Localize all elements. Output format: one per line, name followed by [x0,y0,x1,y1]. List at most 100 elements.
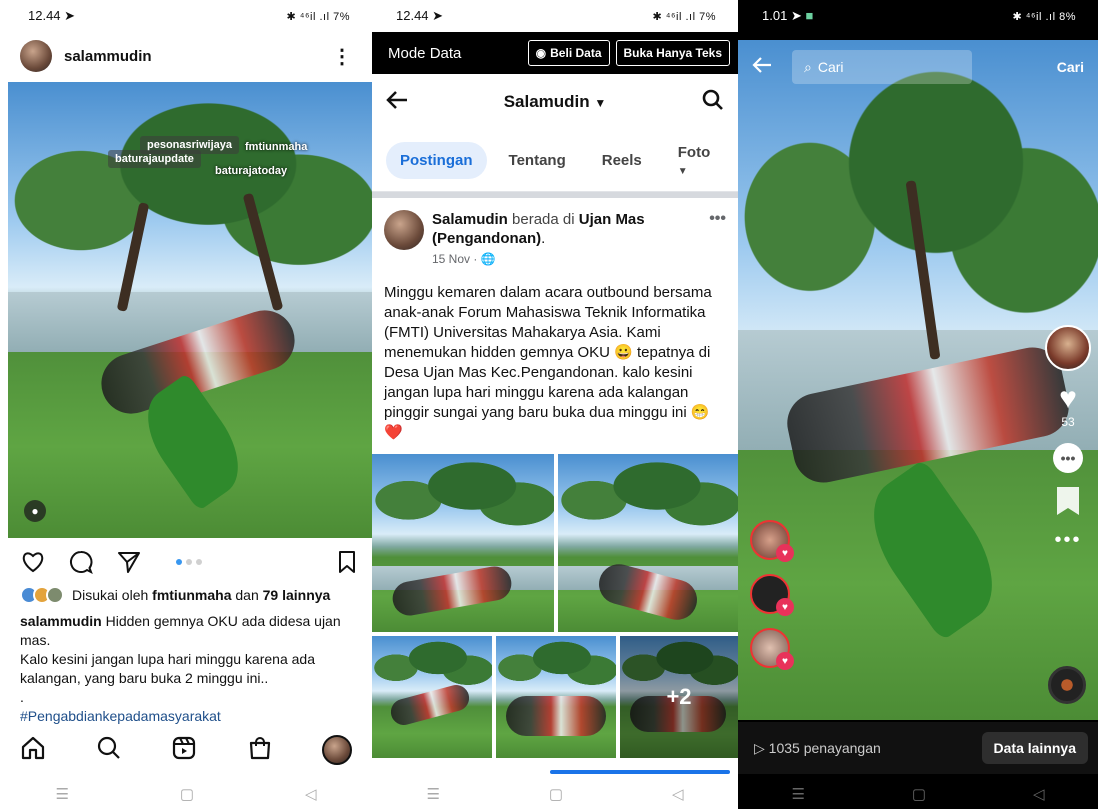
search-icon[interactable] [96,735,122,766]
more-options-icon[interactable]: ••• [709,210,726,269]
tab-foto[interactable]: Foto ▼ [664,134,724,188]
status-icons: ✱ ⁴⁶il .ıl 7% [652,10,716,23]
share-icon[interactable] [116,549,142,575]
instagram-panel: 12.44 ➤ ✱ ⁴⁶il .ıl 7% salammudin ⋮ peson… [0,0,372,809]
data-mode-bar: Mode Data ◉ Beli Data Buka Hanya Teks [372,32,738,74]
caret-down-icon: ▼ [677,165,688,177]
home-square-icon[interactable]: ▢ [180,785,194,803]
back-arrow-icon[interactable] [752,56,772,79]
search-input[interactable]: ⌕ Cari [792,50,972,84]
post-date[interactable]: 15 Nov [432,252,470,266]
creator-avatar[interactable] [1045,325,1091,371]
heart-icon[interactable] [20,549,46,575]
profile-title[interactable]: Salamudin ▼ [408,92,702,112]
likes-joiner: dan [235,587,259,603]
search-button[interactable]: Cari [1057,59,1084,75]
app-notification-icon: ■ [805,8,814,23]
username[interactable]: salammudin [64,48,152,65]
view-count: 1035 penayangan [768,740,881,756]
grid-photo[interactable] [558,454,738,632]
live-avatar[interactable]: ♥ [750,520,794,562]
post-actions [20,542,360,582]
location-icon: ➤ [432,8,444,23]
grid-photo[interactable] [372,454,554,632]
post-header: Salamudin berada di Ujan Mas (Pengandona… [372,198,738,269]
more-options-icon[interactable]: ••• [1054,529,1081,552]
live-avatar[interactable]: ♥ [750,628,794,670]
search-bar: ⌕ Cari Cari [738,48,1098,86]
likes-line[interactable]: Disukai oleh fmtiunmaha dan 79 lainnya [20,586,330,604]
hashtag-link[interactable]: #Pengabdiankepadamasyarakat [20,707,350,726]
search-icon: ⌕ [804,58,812,75]
location-icon: ➤ [790,8,802,23]
more-options-icon[interactable]: ⋮ [332,44,352,69]
post-author-info: Salamudin berada di Ujan Mas (Pengandona… [432,211,645,266]
avatar[interactable] [20,40,52,72]
comment-icon[interactable] [68,549,94,575]
comment-icon[interactable]: ••• [1053,443,1083,473]
photo-tag[interactable]: fmtiunmaha [238,138,314,156]
grid-photo[interactable] [372,636,492,758]
bookmark-icon[interactable] [1057,487,1079,515]
post-text: Minggu kemaren dalam acara outbound bers… [384,284,712,441]
shop-icon[interactable] [247,735,273,766]
globe-icon: 🌐 [480,252,496,266]
home-square-icon[interactable]: ▢ [549,785,563,803]
photo-tag[interactable]: baturajaupdate [108,150,201,168]
home-square-icon[interactable]: ▢ [912,785,926,803]
heart-icon: ♥ [776,598,794,616]
bookmark-icon[interactable] [334,549,360,575]
profile-tabs: Postingan Tentang Reels Foto ▼ [372,130,738,192]
people-group [506,696,606,736]
tiktok-panel: 1.01 ➤ ■ ✱ ⁴⁶il .ıl 8% ⌕ Cari Cari ♥ 53 •… [738,0,1098,809]
more-data-button[interactable]: Data lainnya [981,732,1088,764]
search-icon[interactable] [702,89,724,116]
profile-header: Salamudin ▼ [372,74,738,130]
post-action: berada di [512,211,575,228]
status-bar: 12.44 ➤ ✱ ⁴⁶il .ıl 7% [0,0,372,32]
text-only-button[interactable]: Buka Hanya Teks [615,40,730,66]
avatar[interactable] [384,210,424,250]
likes-others[interactable]: 79 lainnya [263,587,331,603]
more-photos-count[interactable]: +2 [620,636,738,758]
back-arrow-icon[interactable] [386,90,408,115]
buy-data-button[interactable]: ◉ Beli Data [527,40,610,66]
grid-photo[interactable] [496,636,616,758]
menu-icon[interactable]: ☰ [791,785,804,803]
music-disc-icon[interactable] [1048,666,1086,704]
tab-reels[interactable]: Reels [588,142,656,179]
grid-photo[interactable]: +2 [620,636,738,758]
caption-line: Kalo kesini jangan lupa hari minggu kare… [20,651,315,686]
post-photo[interactable]: pesonasriwijaya baturajaupdate fmtiunmah… [8,82,372,538]
home-icon[interactable] [20,735,46,766]
data-mode-label: Mode Data [388,44,462,62]
tab-postingan[interactable]: Postingan [386,142,487,179]
heart-icon[interactable]: ♥ [1059,384,1077,414]
reels-icon[interactable] [171,735,197,766]
live-avatar[interactable]: ♥ [750,574,794,616]
photo-tag[interactable]: baturajatoday [208,162,294,180]
liked-by-user[interactable]: fmtiunmaha [152,587,231,603]
back-icon[interactable]: ◁ [1033,785,1045,803]
post-author[interactable]: Salamudin [432,211,508,228]
play-icon: ▷ [754,739,765,756]
back-icon[interactable]: ◁ [672,785,684,803]
status-time: 12.44 [28,8,61,23]
status-time: 12.44 [396,8,429,23]
post-caption: salammudin Hidden gemnya OKU ada didesa … [20,612,350,726]
menu-icon[interactable]: ☰ [55,785,68,803]
status-bar: 1.01 ➤ ■ ✱ ⁴⁶il .ıl 8% [738,0,1098,32]
user-tag-icon[interactable]: ● [24,500,46,522]
post-header: salammudin ⋮ [0,32,372,80]
menu-icon[interactable]: ☰ [426,785,439,803]
profile-avatar[interactable] [322,735,352,765]
heart-icon: ♥ [776,652,794,670]
like-count: 53 [1061,415,1075,429]
signal-icon: ◉ [535,46,547,60]
live-avatars: ♥ ♥ ♥ [750,520,794,670]
back-icon[interactable]: ◁ [305,785,317,803]
tab-tentang[interactable]: Tentang [495,142,580,179]
caption-author[interactable]: salammudin [20,613,102,629]
people-group [387,682,473,728]
bottom-nav [20,730,352,770]
